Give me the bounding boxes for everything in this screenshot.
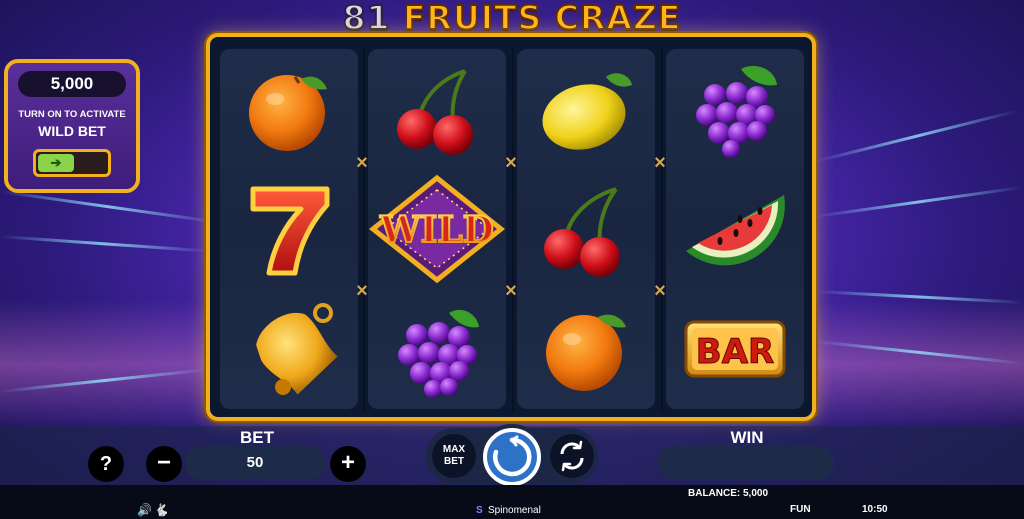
mode-indicator: FUN [790, 504, 811, 515]
background-ray [814, 185, 1023, 218]
payline-marker: × [505, 152, 517, 174]
reel-3 [517, 49, 655, 409]
win-label: WIN [730, 428, 764, 447]
win-value [658, 446, 834, 480]
bar-icon: BAR [684, 320, 786, 378]
symbol-orange [220, 49, 358, 169]
symbol-cherries [368, 49, 506, 169]
reel-divider [512, 47, 514, 413]
spin-button[interactable] [479, 424, 545, 490]
payline-marker: × [356, 152, 368, 174]
symbol-bell [220, 289, 358, 409]
help-button[interactable]: ? [88, 446, 124, 482]
wild-text: WILD [379, 209, 494, 251]
symbol-cherries [517, 169, 655, 289]
max-bet-label-line1: MAX [442, 444, 466, 455]
decrease-bet-button[interactable]: − [146, 446, 182, 482]
wild-bet-instruction: TURN ON TO ACTIVATE [18, 109, 126, 120]
game-title: 81 FRUITS CRAZE [0, 0, 1024, 38]
watermelon-icon [686, 195, 785, 266]
grapes-icon [696, 65, 777, 158]
wild-bet-panel: 5,000 TURN ON TO ACTIVATE WILD BET ➔ [4, 59, 140, 193]
symbol-lemon [517, 49, 655, 169]
symbol-orange [517, 289, 655, 409]
max-bet-label-line2: BET [444, 456, 464, 467]
provider-logo-icon: S [476, 505, 483, 516]
orange-icon [249, 75, 327, 151]
background-ray [0, 235, 210, 253]
reel-1 [220, 49, 358, 409]
reel-4: BAR [666, 49, 804, 409]
bet-value: 50 [185, 446, 325, 480]
cherries-icon [544, 187, 620, 277]
spin-icon [487, 432, 537, 482]
background-ray [814, 109, 1019, 163]
lemon-icon [542, 73, 632, 150]
bar-text: BAR [696, 332, 774, 372]
clock: 10:50 [862, 504, 888, 515]
reel-frame: WILD BAR [206, 33, 816, 421]
increase-bet-button[interactable]: + [330, 446, 366, 482]
cherries-icon [397, 69, 473, 155]
bell-icon [256, 303, 338, 395]
grapes-icon [398, 309, 479, 398]
provider-name: Spinomenal [488, 505, 541, 516]
payline-marker: × [654, 280, 666, 302]
reel-2: WILD [368, 49, 506, 409]
symbol-grapes [666, 49, 804, 169]
background-ray [0, 190, 219, 224]
reel-divider [363, 47, 365, 413]
symbol-watermelon [666, 169, 804, 289]
autoplay-button[interactable] [550, 434, 594, 478]
balance-display: BALANCE: 5,000 [688, 488, 769, 499]
game-title-name: FRUITS CRAZE [402, 0, 682, 38]
sound-icon[interactable]: 🔊 [137, 503, 152, 517]
symbol-grapes [368, 289, 506, 409]
game-title-number: 81 [342, 0, 391, 38]
payline-marker: × [654, 152, 666, 174]
wild-bet-title: WILD BET [38, 123, 106, 139]
payline-marker: × [505, 280, 517, 302]
wild-bet-toggle[interactable]: ➔ [33, 149, 111, 177]
bet-label: BET [240, 428, 274, 447]
reel-divider [661, 47, 663, 413]
wild-bet-amount: 5,000 [18, 71, 126, 97]
payline-marker: × [356, 280, 368, 302]
turbo-icon[interactable]: 🐇 [154, 503, 169, 517]
symbol-bar: BAR [666, 289, 804, 409]
symbol-seven [220, 169, 358, 289]
arrow-right-icon: ➔ [38, 154, 74, 172]
autoplay-icon [560, 440, 584, 472]
orange-icon [546, 314, 626, 391]
wild-icon: WILD [369, 174, 505, 284]
max-bet-button[interactable]: MAX BET [432, 434, 476, 478]
symbol-wild: WILD [368, 169, 506, 289]
seven-icon [250, 186, 330, 276]
